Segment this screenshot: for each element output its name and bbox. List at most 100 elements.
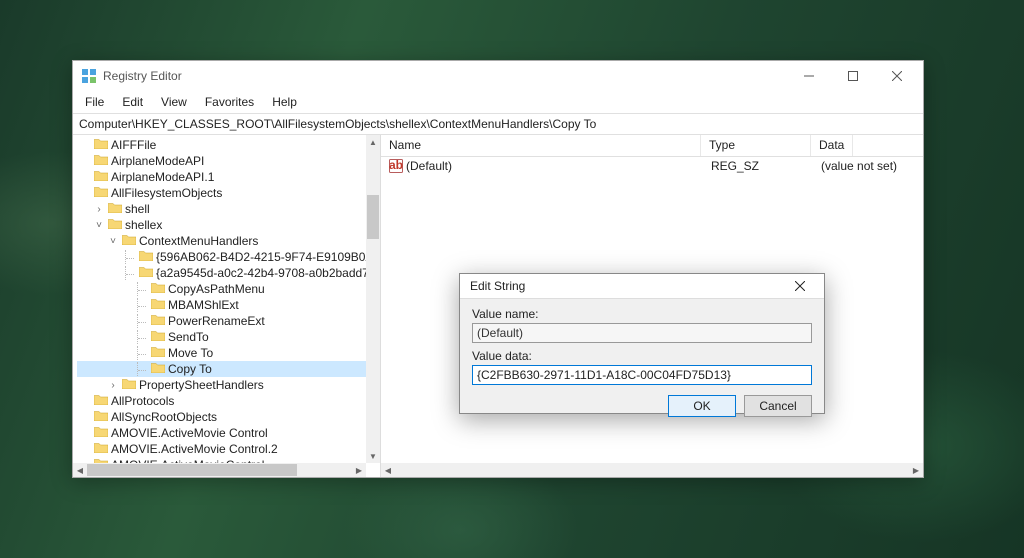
tree-item[interactable]: SendTo bbox=[77, 329, 366, 345]
folder-icon bbox=[122, 378, 136, 389]
expand-icon[interactable]: › bbox=[107, 380, 119, 391]
tree-scrollbar-horizontal[interactable]: ◀ ▶ bbox=[73, 463, 366, 477]
tree-item[interactable]: PowerRenameExt bbox=[77, 313, 366, 329]
column-header-name[interactable]: Name bbox=[381, 135, 701, 156]
menu-view[interactable]: View bbox=[153, 93, 195, 111]
tree-item[interactable]: Copy To bbox=[77, 361, 366, 377]
tree-item-label: MBAMShlExt bbox=[168, 298, 239, 312]
tree-item[interactable]: MBAMShlExt bbox=[77, 297, 366, 313]
tree-item[interactable]: AllFilesystemObjects bbox=[77, 185, 366, 201]
scroll-right-icon[interactable]: ▶ bbox=[909, 463, 923, 477]
collapse-icon[interactable]: ˅ bbox=[107, 236, 119, 247]
tree-item[interactable]: AirplaneModeAPI bbox=[77, 153, 366, 169]
address-bar[interactable]: Computer\HKEY_CLASSES_ROOT\AllFilesystem… bbox=[73, 113, 923, 135]
tree-item[interactable]: ˅ shellex bbox=[77, 217, 366, 233]
value-name-label: Value name: bbox=[472, 307, 812, 321]
tree-item-label: AllProtocols bbox=[111, 394, 174, 408]
value-name-input[interactable] bbox=[472, 323, 812, 343]
tree-scrollbar-vertical[interactable]: ▲ ▼ bbox=[366, 135, 380, 463]
folder-icon bbox=[94, 138, 108, 149]
collapse-icon[interactable]: ˅ bbox=[93, 220, 105, 231]
tree-item-label: AirplaneModeAPI bbox=[111, 154, 204, 168]
folder-icon bbox=[94, 186, 108, 197]
tree-item-label: AMOVIE.ActiveMovie Control bbox=[111, 426, 268, 440]
folder-icon bbox=[151, 282, 165, 293]
tree-item-label: AIFFFile bbox=[111, 138, 156, 152]
value-data-label: Value data: bbox=[472, 349, 812, 363]
reg-string-icon: ab bbox=[389, 159, 403, 173]
minimize-button[interactable] bbox=[787, 62, 831, 90]
folder-icon bbox=[151, 298, 165, 309]
menu-favorites[interactable]: Favorites bbox=[197, 93, 262, 111]
column-header-type[interactable]: Type bbox=[701, 135, 811, 156]
folder-icon bbox=[151, 346, 165, 357]
tree-item-label: AMOVIE.ActiveMovie Control.2 bbox=[111, 442, 278, 456]
tree-item-label: shell bbox=[125, 202, 150, 216]
folder-icon bbox=[139, 266, 153, 277]
tree-item-label: AllFilesystemObjects bbox=[111, 186, 222, 200]
tree-item[interactable]: CopyAsPathMenu bbox=[77, 281, 366, 297]
maximize-button[interactable] bbox=[831, 62, 875, 90]
menu-file[interactable]: File bbox=[77, 93, 112, 111]
value-row[interactable]: ab(Default)REG_SZ(value not set) bbox=[381, 157, 923, 175]
tree-item-label: shellex bbox=[125, 218, 162, 232]
tree-item-label: PropertySheetHandlers bbox=[139, 378, 264, 392]
folder-icon bbox=[151, 362, 165, 373]
column-header-data[interactable]: Data bbox=[811, 135, 853, 156]
scroll-left-icon[interactable]: ◀ bbox=[73, 463, 87, 477]
tree-scroll-thumb-h[interactable] bbox=[87, 464, 297, 476]
folder-icon bbox=[94, 442, 108, 453]
values-scrollbar-horizontal[interactable]: ◀ ▶ bbox=[381, 463, 923, 477]
tree-item-label: Copy To bbox=[168, 362, 212, 376]
tree-item[interactable]: AllProtocols bbox=[77, 393, 366, 409]
edit-string-dialog: Edit String Value name: Value data: OK C… bbox=[459, 273, 825, 414]
menubar: File Edit View Favorites Help bbox=[73, 91, 923, 113]
tree-item[interactable]: ˅ ContextMenuHandlers bbox=[77, 233, 366, 249]
scroll-down-icon[interactable]: ▼ bbox=[366, 449, 380, 463]
tree-scroll-thumb[interactable] bbox=[367, 195, 379, 239]
ok-button[interactable]: OK bbox=[668, 395, 736, 417]
tree-item-label: AirplaneModeAPI.1 bbox=[111, 170, 214, 184]
tree-item-label: AllSyncRootObjects bbox=[111, 410, 217, 424]
close-button[interactable] bbox=[875, 62, 919, 90]
dialog-close-button[interactable] bbox=[782, 274, 818, 298]
tree-item[interactable]: › shell bbox=[77, 201, 366, 217]
tree-item-label: {596AB062-B4D2-4215-9F74-E9109B0A8153} bbox=[156, 250, 366, 264]
folder-icon bbox=[122, 234, 136, 245]
menu-help[interactable]: Help bbox=[264, 93, 305, 111]
folder-icon bbox=[108, 218, 122, 229]
tree-item-label: Move To bbox=[168, 346, 213, 360]
address-text: Computer\HKEY_CLASSES_ROOT\AllFilesystem… bbox=[79, 117, 596, 131]
menu-edit[interactable]: Edit bbox=[114, 93, 151, 111]
folder-icon bbox=[139, 250, 153, 261]
value-type: REG_SZ bbox=[703, 159, 813, 173]
folder-icon bbox=[94, 426, 108, 437]
tree-item[interactable]: › PropertySheetHandlers bbox=[77, 377, 366, 393]
dialog-title: Edit String bbox=[470, 279, 782, 293]
tree-item-label: ContextMenuHandlers bbox=[139, 234, 258, 248]
folder-icon bbox=[108, 202, 122, 213]
tree-item[interactable]: Move To bbox=[77, 345, 366, 361]
cancel-button[interactable]: Cancel bbox=[744, 395, 812, 417]
tree-item-label: PowerRenameExt bbox=[168, 314, 265, 328]
scroll-up-icon[interactable]: ▲ bbox=[366, 135, 380, 149]
tree-item[interactable]: AIFFFile bbox=[77, 137, 366, 153]
tree-item[interactable]: {a2a9545d-a0c2-42b4-9708-a0b2badd77c8} bbox=[77, 265, 366, 281]
dialog-titlebar: Edit String bbox=[460, 274, 824, 299]
value-data-input[interactable] bbox=[472, 365, 812, 385]
tree-item[interactable]: AMOVIE.ActiveMovie Control.2 bbox=[77, 441, 366, 457]
values-header: Name Type Data bbox=[381, 135, 923, 157]
folder-icon bbox=[94, 410, 108, 421]
tree-item[interactable]: AirplaneModeAPI.1 bbox=[77, 169, 366, 185]
scroll-left-icon[interactable]: ◀ bbox=[381, 463, 395, 477]
tree-item-label: CopyAsPathMenu bbox=[168, 282, 265, 296]
tree-item[interactable]: AMOVIE.ActiveMovie Control bbox=[77, 425, 366, 441]
titlebar: Registry Editor bbox=[73, 61, 923, 91]
scroll-right-icon[interactable]: ▶ bbox=[352, 463, 366, 477]
regedit-icon bbox=[81, 68, 97, 84]
tree-item[interactable]: AllSyncRootObjects bbox=[77, 409, 366, 425]
expand-icon[interactable]: › bbox=[93, 204, 105, 215]
folder-icon bbox=[94, 170, 108, 181]
window-title: Registry Editor bbox=[103, 69, 787, 83]
tree-item[interactable]: {596AB062-B4D2-4215-9F74-E9109B0A8153} bbox=[77, 249, 366, 265]
